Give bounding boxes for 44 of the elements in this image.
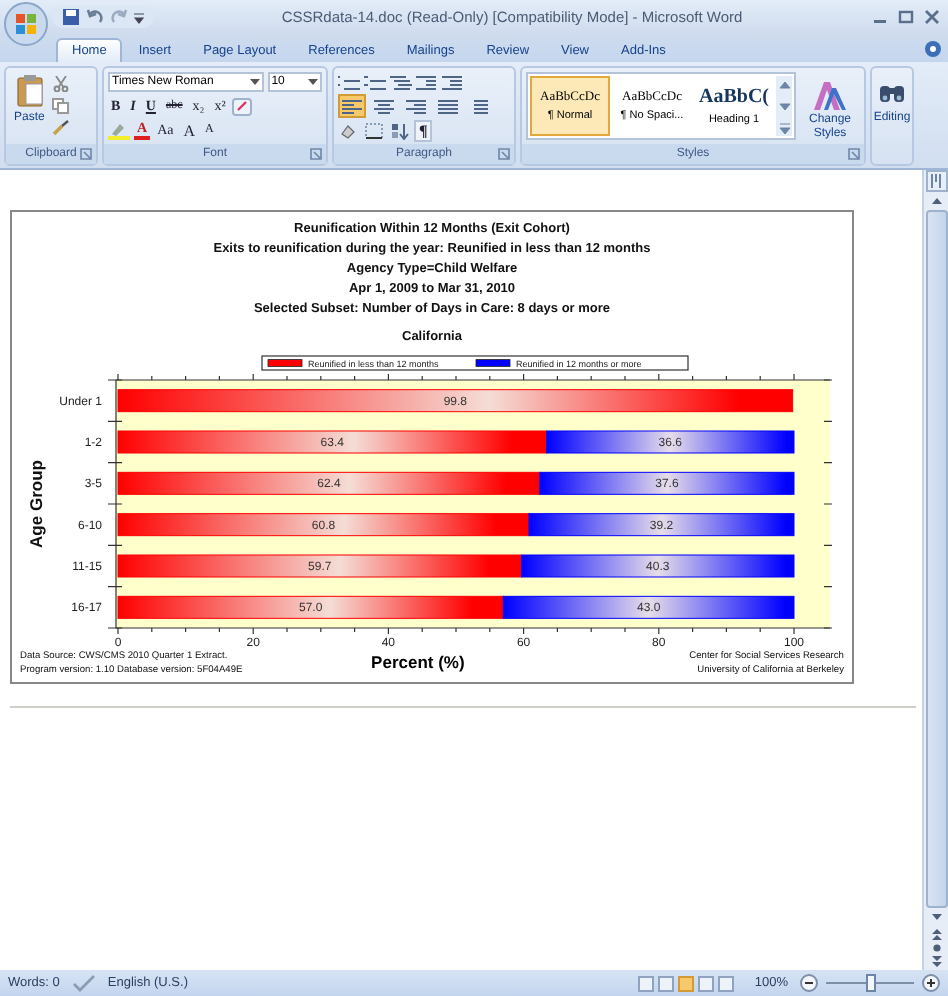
proofing-icon[interactable]: [71, 974, 96, 992]
view-button[interactable]: [638, 975, 655, 991]
axis-title: Age Group: [26, 460, 46, 548]
align-right-button[interactable]: [402, 94, 430, 118]
ruler-icon[interactable]: [925, 170, 947, 192]
multilevel-list-icon[interactable]: [390, 73, 412, 91]
borders-icon[interactable]: [364, 121, 386, 139]
view-button[interactable]: [718, 975, 735, 991]
dialog-launcher-icon[interactable]: [848, 148, 860, 160]
dialog-launcher-icon[interactable]: [310, 148, 322, 160]
maximize-icon[interactable]: [896, 8, 916, 26]
styles-icon: [812, 78, 848, 112]
scrollbar-thumb[interactable]: [925, 210, 947, 908]
zoom-out-icon[interactable]: [800, 974, 818, 992]
align-center-button[interactable]: [370, 94, 398, 118]
numbering-icon[interactable]: [364, 73, 386, 91]
axis-title: Percent (%): [371, 652, 465, 672]
align-left-button[interactable]: [338, 94, 366, 118]
dropdown-icon[interactable]: [134, 8, 144, 26]
binoculars-icon: [878, 80, 906, 104]
zoom-in-icon[interactable]: [922, 974, 940, 992]
clear-format-icon[interactable]: [232, 97, 253, 115]
undo-icon[interactable]: [86, 8, 104, 26]
gallery-scrollbar[interactable]: [776, 76, 792, 136]
brush-icon[interactable]: [52, 120, 71, 136]
shading-icon[interactable]: [338, 121, 360, 139]
copy-icon[interactable]: [52, 98, 71, 114]
help-icon[interactable]: [924, 40, 942, 58]
save-icon[interactable]: [62, 8, 80, 26]
scissors-icon[interactable]: [52, 76, 71, 92]
dropdown-icon: [308, 78, 318, 86]
indent-icon[interactable]: [416, 73, 438, 91]
dialog-launcher-icon[interactable]: [80, 148, 92, 160]
sort-icon[interactable]: [390, 121, 410, 139]
view-button[interactable]: [658, 975, 675, 991]
clipboard-icon: [15, 74, 44, 108]
format-button[interactable]: A: [180, 121, 199, 139]
dropdown-icon: [249, 78, 260, 86]
dialog-launcher-icon[interactable]: [498, 148, 510, 160]
indent-icon[interactable]: [442, 73, 464, 91]
show-marks-button[interactable]: ¶: [414, 119, 433, 141]
view-button[interactable]: [698, 975, 715, 991]
align-justify-button[interactable]: [434, 94, 462, 118]
close-icon[interactable]: [922, 8, 942, 26]
